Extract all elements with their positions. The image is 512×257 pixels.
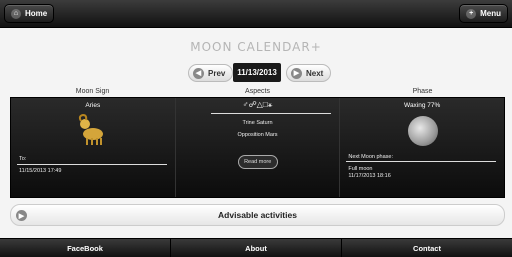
top-bar: ⌂ Home + Menu xyxy=(0,0,512,28)
home-label: Home xyxy=(25,9,48,18)
home-icon: ⌂ xyxy=(11,8,21,19)
to-date: 11/15/2013 17:49 xyxy=(19,168,62,174)
aries-ram-icon xyxy=(78,113,103,145)
moon-phase-icon xyxy=(408,116,439,146)
menu-label: Menu xyxy=(480,9,501,18)
advisable-activities-button[interactable]: ▶ Advisable activities xyxy=(10,204,505,226)
read-more-button[interactable]: Read more xyxy=(237,155,278,169)
prev-label: Prev xyxy=(208,68,226,78)
phase-status: Waxing 77% xyxy=(404,102,441,109)
current-date[interactable]: 11/13/2013 xyxy=(233,63,281,82)
aspect-item: Trine Saturn xyxy=(242,120,273,126)
info-panel: Aries To: 11/15/2013 17:49 ♂☍△□⚹ Trine S… xyxy=(10,97,505,198)
to-label: To: xyxy=(19,156,27,162)
divider xyxy=(17,164,167,165)
column-titles: Moon Sign Aspects Phase xyxy=(10,88,505,97)
moon-sign-title: Moon Sign xyxy=(75,88,110,95)
footer-nav: FaceBook About Contact xyxy=(0,238,512,257)
facebook-link[interactable]: FaceBook xyxy=(0,239,171,257)
home-button[interactable]: ⌂ Home xyxy=(4,4,55,23)
main-content: MOON CALENDAR+ ◀ Prev 11/13/2013 ▶ Next … xyxy=(0,28,512,238)
aspect-symbols: ♂☍△□⚹ xyxy=(242,100,273,109)
divider xyxy=(346,161,497,162)
sign-name: Aries xyxy=(85,102,101,109)
menu-button[interactable]: + Menu xyxy=(459,4,508,23)
moon-sign-column: Aries To: 11/15/2013 17:49 xyxy=(11,98,176,197)
contact-link[interactable]: Contact xyxy=(342,239,512,257)
arrow-right-icon: ▶ xyxy=(16,210,27,221)
phase-column: Waxing 77% Next Moon phase: Full moon 11… xyxy=(340,98,504,197)
plus-icon: + xyxy=(466,8,477,19)
advisable-label: Advisable activities xyxy=(218,210,297,220)
next-button[interactable]: ▶ Next xyxy=(286,64,332,82)
date-navigation: ◀ Prev 11/13/2013 ▶ Next xyxy=(0,63,512,83)
next-phase-label: Next Moon phase: xyxy=(348,154,393,160)
prev-button[interactable]: ◀ Prev xyxy=(188,64,234,82)
aspects-title: Aspects xyxy=(245,88,270,95)
about-link[interactable]: About xyxy=(171,239,342,257)
phase-title: Phase xyxy=(412,88,433,95)
next-label: Next xyxy=(306,68,324,78)
arrow-right-icon: ▶ xyxy=(291,67,302,79)
arrow-left-icon: ◀ xyxy=(193,67,204,79)
aspect-item: Opposition Mars xyxy=(237,132,278,138)
aspects-column: ♂☍△□⚹ Trine Saturn Opposition Mars Read … xyxy=(176,98,341,197)
app-logo: MOON CALENDAR+ xyxy=(190,40,322,54)
next-phase-date: 11/17/2013 18:16 xyxy=(348,173,391,179)
next-phase-name: Full moon xyxy=(348,166,373,172)
divider xyxy=(210,113,331,114)
